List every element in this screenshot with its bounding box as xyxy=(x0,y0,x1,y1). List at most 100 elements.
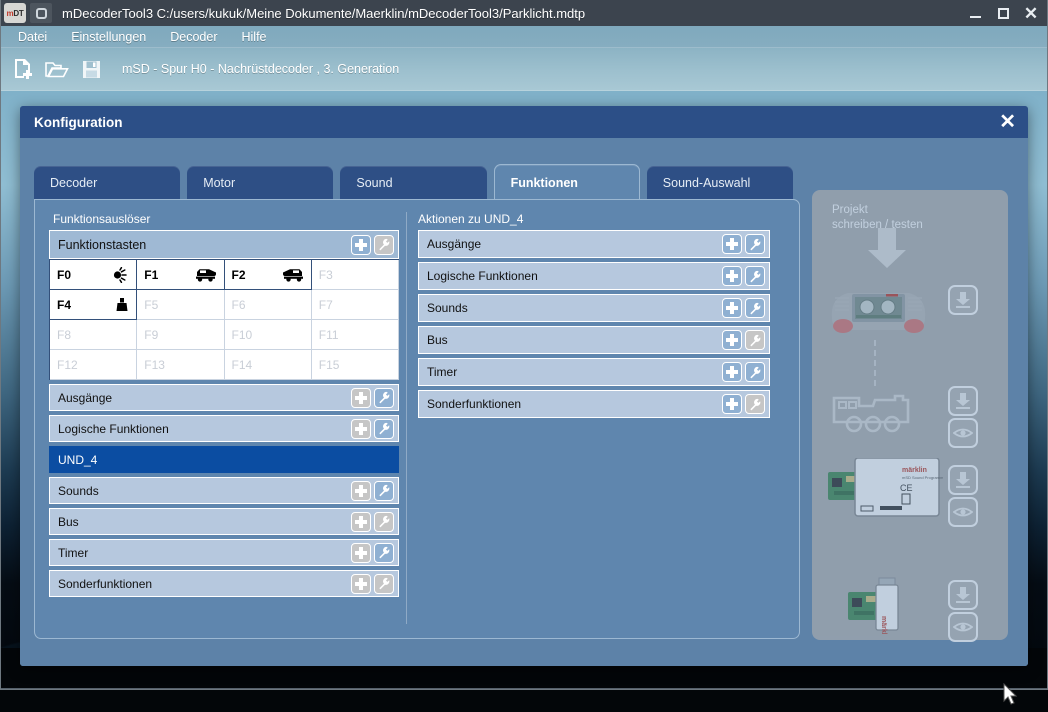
menu-item-datei[interactable]: Datei xyxy=(6,30,59,44)
right-row-sonderfunktionen-buttons xyxy=(722,394,765,414)
konfiguration-dialog: Konfiguration ✕ Decoder Motor Sound xyxy=(20,106,1028,666)
decoder-usb-stick-image: märklin xyxy=(848,572,928,634)
tab-sound-auswahl[interactable]: Sound-Auswahl xyxy=(647,166,793,200)
panel-divider xyxy=(406,212,407,624)
fkey-F13[interactable]: F13 xyxy=(137,350,224,380)
vehicle-rear-icon xyxy=(282,267,304,282)
fkey-F11[interactable]: F11 xyxy=(312,320,399,350)
logo-text-m: m xyxy=(7,9,14,18)
right-row-logische-funktionen[interactable]: Logische Funktionen xyxy=(418,262,770,290)
menu-item-decoder[interactable]: Decoder xyxy=(158,30,229,44)
write-to-programmer-button[interactable] xyxy=(948,465,978,495)
right-row-timer[interactable]: Timer xyxy=(418,358,770,386)
read-from-usb-stick-button[interactable] xyxy=(948,612,978,642)
fkey-F5[interactable]: F5 xyxy=(137,290,224,320)
add-icon xyxy=(726,366,738,378)
fkey-F1[interactable]: F1 xyxy=(137,260,224,290)
tab-motor[interactable]: Motor xyxy=(187,166,333,200)
funktionstasten-add-button[interactable] xyxy=(351,235,371,255)
fkey-F2[interactable]: F2 xyxy=(225,260,312,290)
left-row-logische-funktionen[interactable]: Logische Funktionen xyxy=(49,415,399,442)
right-row-sonderfunktionen-add-button[interactable] xyxy=(722,394,742,414)
fkey-F8[interactable]: F8 xyxy=(50,320,137,350)
open-folder-icon xyxy=(45,59,69,79)
left-row-timer-add-button[interactable] xyxy=(351,543,371,563)
fkey-F3[interactable]: F3 xyxy=(312,260,399,290)
right-row-sonderfunktionen[interactable]: Sonderfunktionen xyxy=(418,390,770,418)
dialog-titlebar: Konfiguration ✕ xyxy=(20,106,1028,138)
new-document-button[interactable] xyxy=(10,56,36,82)
maximize-button[interactable] xyxy=(990,3,1016,23)
write-to-central-station-button[interactable] xyxy=(948,285,978,315)
fkey-F9[interactable]: F9 xyxy=(137,320,224,350)
right-row-sounds-label: Sounds xyxy=(427,301,468,315)
right-row-sounds-config-button[interactable] xyxy=(745,298,765,318)
right-row-ausgaenge-buttons xyxy=(722,234,765,254)
right-row-logische-funktionen-config-button[interactable] xyxy=(745,266,765,286)
write-to-usb-stick-button[interactable] xyxy=(948,580,978,610)
left-row-sounds[interactable]: Sounds xyxy=(49,477,399,504)
right-row-sounds-add-button[interactable] xyxy=(722,298,742,318)
right-row-bus-add-button[interactable] xyxy=(722,330,742,350)
right-row-sounds[interactable]: Sounds xyxy=(418,294,770,322)
menu-item-hilfe[interactable]: Hilfe xyxy=(230,30,279,44)
read-from-locomotive-button[interactable] xyxy=(948,418,978,448)
left-row-timer[interactable]: Timer xyxy=(49,539,399,566)
right-row-bus-buttons xyxy=(722,330,765,350)
left-row-sonderfunktionen-add-button[interactable] xyxy=(351,574,371,594)
write-to-locomotive-button[interactable] xyxy=(948,386,978,416)
tab-funktionen[interactable]: Funktionen xyxy=(494,164,640,200)
left-row-logische-funktionen-config-button[interactable] xyxy=(374,419,394,439)
read-from-programmer-button[interactable] xyxy=(948,497,978,527)
right-row-bus-config-button[interactable] xyxy=(745,330,765,350)
fkey-F0[interactable]: F0 xyxy=(50,260,137,290)
tab-strip: Decoder Motor Sound Funktionen Sound-Aus… xyxy=(34,164,800,200)
funktionstasten-config-button[interactable] xyxy=(374,235,394,255)
menu-item-einstellungen[interactable]: Einstellungen xyxy=(59,30,158,44)
dialog-close-button[interactable]: ✕ xyxy=(999,112,1016,132)
fkey-F15[interactable]: F15 xyxy=(312,350,399,380)
right-row-ausgaenge-config-button[interactable] xyxy=(745,234,765,254)
window-system-menu-icon[interactable] xyxy=(30,3,52,23)
minimize-button[interactable] xyxy=(962,3,988,23)
maximize-icon xyxy=(998,8,1009,19)
tab-decoder[interactable]: Decoder xyxy=(34,166,180,200)
add-icon xyxy=(355,239,367,251)
right-row-ausgaenge[interactable]: Ausgänge xyxy=(418,230,770,258)
right-row-timer-add-button[interactable] xyxy=(722,362,742,382)
right-row-logische-funktionen-add-button[interactable] xyxy=(722,266,742,286)
left-row-sounds-config-button[interactable] xyxy=(374,481,394,501)
left-row-bus[interactable]: Bus xyxy=(49,508,399,535)
left-row-timer-config-button[interactable] xyxy=(374,543,394,563)
fkey-F6[interactable]: F6 xyxy=(225,290,312,320)
left-row-bus-add-button[interactable] xyxy=(351,512,371,532)
right-row-bus[interactable]: Bus xyxy=(418,326,770,354)
left-row-ausgaenge[interactable]: Ausgänge xyxy=(49,384,399,411)
fkey-F4[interactable]: F4 xyxy=(50,290,137,320)
left-row-sonderfunktionen-config-button[interactable] xyxy=(374,574,394,594)
fkey-F14[interactable]: F14 xyxy=(225,350,312,380)
svg-text:märklin: märklin xyxy=(902,467,927,474)
tab-sound-auswahl-label: Sound-Auswahl xyxy=(663,176,751,190)
left-row-bus-config-button[interactable] xyxy=(374,512,394,532)
right-row-timer-config-button[interactable] xyxy=(745,362,765,382)
open-folder-button[interactable] xyxy=(44,56,70,82)
add-icon xyxy=(355,423,367,435)
left-row-sounds-add-button[interactable] xyxy=(351,481,371,501)
right-row-sonderfunktionen-config-button[interactable] xyxy=(745,394,765,414)
left-row-logische-funktionen-add-button[interactable] xyxy=(351,419,371,439)
close-window-button[interactable]: ✕ xyxy=(1018,3,1044,23)
fkey-F7[interactable]: F7 xyxy=(312,290,399,320)
add-icon xyxy=(726,270,738,282)
fkey-F12[interactable]: F12 xyxy=(50,350,137,380)
save-button[interactable] xyxy=(78,56,104,82)
left-row-ausgaenge-config-button[interactable] xyxy=(374,388,394,408)
tab-sound[interactable]: Sound xyxy=(340,166,486,200)
fkey-F10[interactable]: F10 xyxy=(225,320,312,350)
fkey-F6-label: F6 xyxy=(232,298,246,312)
right-row-ausgaenge-add-button[interactable] xyxy=(722,234,742,254)
left-row-sonderfunktionen[interactable]: Sonderfunktionen xyxy=(49,570,399,597)
right-row-timer-buttons xyxy=(722,362,765,382)
left-row-und4[interactable]: UND_4 xyxy=(49,446,399,473)
left-row-ausgaenge-add-button[interactable] xyxy=(351,388,371,408)
